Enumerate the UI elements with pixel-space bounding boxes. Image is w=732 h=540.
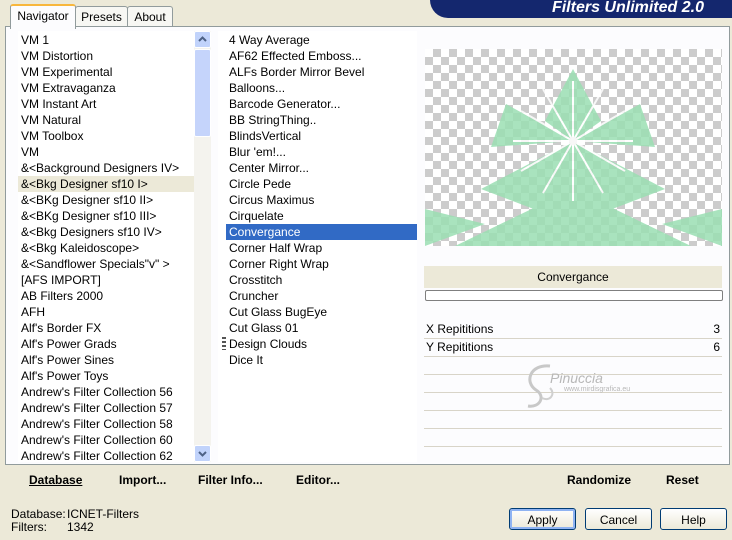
category-item[interactable]: Alf's Power Toys bbox=[18, 368, 194, 384]
param-row-y[interactable]: Y Repititions 6 bbox=[424, 338, 722, 357]
param-value: 6 bbox=[713, 340, 720, 354]
category-item[interactable]: VM Instant Art bbox=[18, 96, 194, 112]
current-filter-label: Convergance bbox=[424, 266, 722, 288]
category-item[interactable]: VM Distortion bbox=[18, 48, 194, 64]
filter-list[interactable]: 4 Way Average AF62 Effected Emboss... ALFs… bbox=[218, 31, 417, 462]
category-item[interactable]: [AFS IMPORT] bbox=[18, 272, 194, 288]
filter-preview bbox=[425, 49, 722, 246]
category-item[interactable]: Andrew's Filter Collection 57 bbox=[18, 400, 194, 416]
category-item[interactable]: Andrew's Filter Collection 60 bbox=[18, 432, 194, 448]
randomize-button[interactable]: Randomize bbox=[567, 473, 631, 487]
scroll-down-button[interactable] bbox=[194, 445, 211, 462]
database-button[interactable]: Database bbox=[29, 473, 82, 487]
filter-item[interactable]: Center Mirror... bbox=[226, 160, 417, 176]
filter-item[interactable]: Corner Right Wrap bbox=[226, 256, 417, 272]
param-row-x[interactable]: X Repititions 3 bbox=[424, 320, 722, 339]
filter-item[interactable]: Circus Maximus bbox=[226, 192, 417, 208]
filter-item[interactable]: Convergance bbox=[226, 224, 417, 240]
category-item[interactable]: VM Toolbox bbox=[18, 128, 194, 144]
category-item[interactable]: &<BKg Designer sf10 II> bbox=[18, 192, 194, 208]
category-item[interactable]: VM bbox=[18, 144, 194, 160]
category-item[interactable]: &<Sandflower Specials"v" > bbox=[18, 256, 194, 272]
tab-presets[interactable]: Presets bbox=[75, 6, 128, 27]
filters-count-value: 1342 bbox=[67, 520, 94, 534]
editor-button[interactable]: Editor... bbox=[296, 473, 340, 487]
parameter-panel: X Repititions 3 Y Repititions 6 Pinuccia… bbox=[424, 318, 722, 462]
param-row-empty bbox=[424, 430, 722, 447]
category-item[interactable]: VM Extravaganza bbox=[18, 80, 194, 96]
filter-item[interactable]: Barcode Generator... bbox=[226, 96, 417, 112]
category-item[interactable]: VM Natural bbox=[18, 112, 194, 128]
chevron-up-icon bbox=[198, 36, 207, 42]
tab-about[interactable]: About bbox=[127, 6, 173, 27]
filter-item[interactable]: Cruncher bbox=[226, 288, 417, 304]
filter-item[interactable]: Design Clouds bbox=[226, 336, 417, 352]
help-button[interactable]: Help bbox=[660, 508, 727, 530]
import-button[interactable]: Import... bbox=[119, 473, 166, 487]
watermark-url: www.mirdisgrafica.eu bbox=[564, 386, 631, 393]
category-item[interactable]: AB Filters 2000 bbox=[18, 288, 194, 304]
filter-info-button[interactable]: Filter Info... bbox=[198, 473, 263, 487]
filter-item[interactable]: BB StringThing.. bbox=[226, 112, 417, 128]
watermark-name: Pinuccia bbox=[550, 370, 603, 386]
chevron-down-icon bbox=[198, 451, 207, 457]
category-item[interactable]: &<BKg Designer sf10 III> bbox=[18, 208, 194, 224]
watermark: Pinuccia www.mirdisgrafica.eu bbox=[520, 360, 710, 430]
filter-item[interactable]: Cut Glass BugEye bbox=[226, 304, 417, 320]
category-item[interactable]: Alf's Border FX bbox=[18, 320, 194, 336]
reset-button[interactable]: Reset bbox=[666, 473, 699, 487]
category-item[interactable]: Andrew's Filter Collection 58 bbox=[18, 416, 194, 432]
scroll-up-button[interactable] bbox=[194, 31, 211, 48]
preview-pattern bbox=[425, 69, 722, 246]
app-banner: Filters Unlimited 2.0 bbox=[430, 0, 732, 18]
category-item[interactable]: Andrew's Filter Collection 56 bbox=[18, 384, 194, 400]
param-label: X Repititions bbox=[426, 322, 494, 336]
filter-item[interactable]: Dice It bbox=[226, 352, 417, 368]
database-info-label: Database: bbox=[11, 507, 66, 521]
filters-count: Filters: 1342 bbox=[11, 520, 94, 534]
tab-navigator[interactable]: Navigator bbox=[10, 4, 76, 29]
category-item[interactable]: AFH bbox=[18, 304, 194, 320]
filter-item[interactable]: Circle Pede bbox=[226, 176, 417, 192]
filter-item[interactable]: AF62 Effected Emboss... bbox=[226, 48, 417, 64]
apply-button[interactable]: Apply bbox=[509, 508, 576, 530]
category-item[interactable]: &<Background Designers IV> bbox=[18, 160, 194, 176]
category-item[interactable]: VM Experimental bbox=[18, 64, 194, 80]
drag-grip-icon[interactable] bbox=[222, 337, 226, 350]
filter-item[interactable]: Corner Half Wrap bbox=[226, 240, 417, 256]
filter-item[interactable]: Cirquelate bbox=[226, 208, 417, 224]
filters-count-label: Filters: bbox=[11, 520, 47, 534]
database-label: Database bbox=[29, 473, 83, 487]
category-item[interactable]: Andrew's Filter Collection 62 bbox=[18, 448, 194, 462]
category-item[interactable]: &<Bkg Kaleidoscope> bbox=[18, 240, 194, 256]
category-scrollbar[interactable] bbox=[194, 31, 211, 462]
param-value: 3 bbox=[713, 322, 720, 336]
filter-item[interactable]: Balloons... bbox=[226, 80, 417, 96]
watermark-swirl-icon bbox=[527, 364, 554, 408]
category-item[interactable]: &<Bkg Designer sf10 I> bbox=[18, 176, 194, 192]
filter-item[interactable]: ALFs Border Mirror Bevel bbox=[226, 64, 417, 80]
filter-item[interactable]: 4 Way Average bbox=[226, 32, 417, 48]
category-list[interactable]: VM 1 VM Distortion VM Experimental VM Extra… bbox=[18, 31, 194, 462]
filter-item[interactable]: Crosstitch bbox=[226, 272, 417, 288]
cancel-button[interactable]: Cancel bbox=[585, 508, 652, 530]
progress-bar bbox=[425, 290, 723, 301]
param-label: Y Repititions bbox=[426, 340, 494, 354]
filter-item[interactable]: Cut Glass 01 bbox=[226, 320, 417, 336]
filter-item[interactable]: BlindsVertical bbox=[226, 128, 417, 144]
scroll-thumb[interactable] bbox=[194, 49, 211, 137]
filter-item[interactable]: Blur 'em!... bbox=[226, 144, 417, 160]
category-item[interactable]: Alf's Power Sines bbox=[18, 352, 194, 368]
category-item[interactable]: Alf's Power Grads bbox=[18, 336, 194, 352]
category-item[interactable]: &<Bkg Designers sf10 IV> bbox=[18, 224, 194, 240]
category-item[interactable]: VM 1 bbox=[18, 32, 194, 48]
